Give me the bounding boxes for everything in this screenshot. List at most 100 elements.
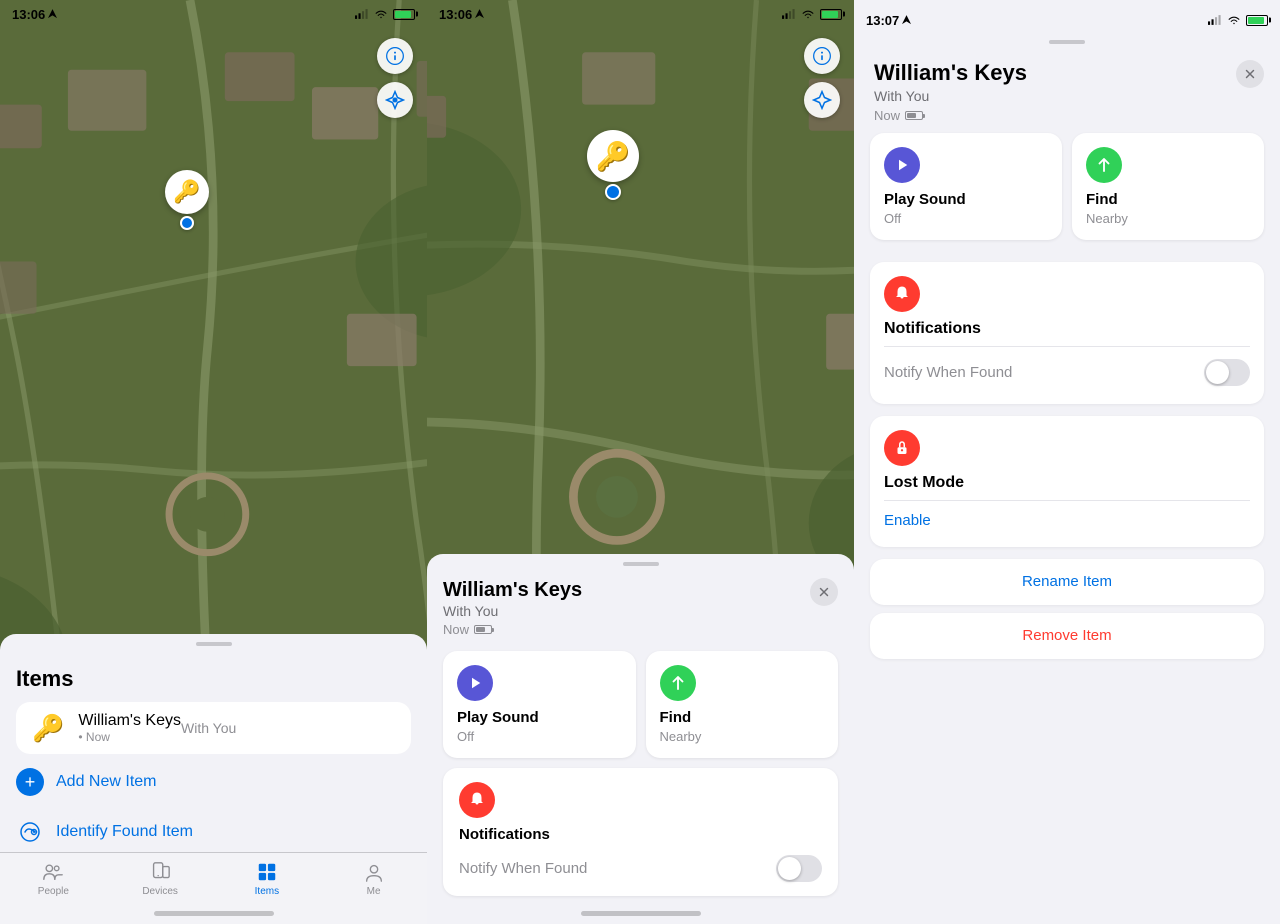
- location-dot-2: [605, 184, 621, 200]
- notifications-section: Notifications Notify When Found: [870, 262, 1264, 404]
- signal-icon: [355, 8, 369, 20]
- play-sound-icon-3: [884, 147, 920, 183]
- find-nearby-card[interactable]: Find Nearby: [646, 651, 839, 758]
- find-icon: [669, 674, 687, 692]
- locate-icon-2: [812, 90, 832, 110]
- identify-icon: [16, 818, 44, 846]
- people-icon: [41, 861, 65, 883]
- panel-items-list: 🔑 13:06: [0, 0, 427, 924]
- panel-item-detail: 🔑 13:06: [427, 0, 854, 924]
- find-subtitle: Nearby: [660, 729, 825, 744]
- tab-people[interactable]: People: [0, 861, 107, 897]
- tab-people-label: People: [38, 886, 69, 897]
- rename-card[interactable]: Rename Item: [870, 559, 1264, 605]
- location-arrow-icon: [48, 9, 57, 20]
- battery-icon-2: [820, 9, 842, 20]
- home-indicator-2: [581, 911, 701, 916]
- status-time-2: 13:06: [439, 7, 484, 22]
- notify-label-2: Notify When Found: [459, 860, 587, 877]
- battery-small: [474, 625, 492, 634]
- status-time: 13:06: [12, 7, 57, 22]
- tab-items[interactable]: Items: [214, 861, 321, 897]
- time-text: 13:06: [12, 7, 45, 22]
- key-marker-2: 🔑: [587, 130, 639, 182]
- notifications-title-3: Notifications: [884, 320, 1250, 338]
- notify-when-found-row: Notify When Found: [459, 847, 822, 882]
- find-nearby-icon-circle: [660, 665, 696, 701]
- detail-bottom-sheet: William's Keys With You Now: [427, 554, 854, 924]
- lost-mode-icon: [884, 430, 920, 466]
- bell-icon-2: [468, 791, 486, 809]
- info-icon-2: [812, 46, 832, 66]
- identify-row[interactable]: Identify Found Item: [0, 808, 427, 856]
- item-name: William's Keys: [78, 712, 181, 730]
- tab-devices[interactable]: Devices: [107, 861, 214, 897]
- close-button-3[interactable]: [1236, 60, 1264, 88]
- wifi-icon: [374, 8, 388, 20]
- notif-icon-circle-2: [459, 782, 495, 818]
- status-bar-3: 13:07: [854, 0, 1280, 32]
- add-item-label: Add New Item: [56, 773, 156, 791]
- bell-icon-3: [893, 285, 911, 303]
- item-icon: 🔑: [32, 713, 64, 744]
- tab-items-label: Items: [255, 886, 279, 897]
- play-sound-subtitle-3: Off: [884, 211, 1048, 226]
- sheet-title: William's Keys: [443, 578, 582, 602]
- sheet-handle: [196, 642, 232, 646]
- sheet-title-row: William's Keys With You Now: [427, 578, 854, 641]
- play-sound-subtitle: Off: [457, 729, 622, 744]
- status-time-3: 13:07: [866, 13, 911, 28]
- toggle-knob-3: [1206, 361, 1229, 384]
- airtag-pin-2[interactable]: 🔑: [587, 130, 639, 200]
- list-item[interactable]: 🔑 William's Keys • Now With You: [16, 702, 411, 754]
- rename-link[interactable]: Rename Item: [1022, 565, 1112, 598]
- sheet-handle-3: [1049, 40, 1085, 44]
- sheet-subtitle: With You: [443, 603, 582, 619]
- home-indicator: [154, 911, 274, 916]
- find-title: Find: [660, 709, 825, 727]
- identify-label: Identify Found Item: [56, 823, 193, 841]
- close-icon-3: [1243, 67, 1257, 81]
- remove-card[interactable]: Remove Item: [870, 613, 1264, 659]
- locate-button[interactable]: [377, 82, 413, 118]
- divider-2: [884, 500, 1250, 501]
- battery-icon: [393, 9, 415, 20]
- play-sound-card-3[interactable]: Play Sound Off: [870, 133, 1062, 240]
- notify-toggle-2[interactable]: [776, 855, 822, 882]
- notify-toggle-3[interactable]: [1204, 359, 1250, 386]
- close-button-2[interactable]: [810, 578, 838, 606]
- battery-icon-3: [1246, 15, 1268, 26]
- locate-button-2[interactable]: [804, 82, 840, 118]
- tab-me[interactable]: Me: [320, 861, 427, 897]
- notifications-title-2: Notifications: [459, 826, 822, 843]
- battery-now-label: Now: [443, 622, 469, 637]
- locate-icon: [385, 90, 405, 110]
- items-icon: [255, 861, 279, 883]
- action-grid-2: Play Sound Off Find Nearby: [427, 641, 854, 768]
- info-button-2[interactable]: [804, 38, 840, 74]
- detail-header: William's Keys With You Now: [854, 50, 1280, 123]
- notifications-card-2: Notifications Notify When Found: [443, 768, 838, 896]
- add-item-row[interactable]: + Add New Item: [0, 756, 427, 808]
- toggle-knob-2: [778, 857, 801, 880]
- play-sound-card[interactable]: Play Sound Off: [443, 651, 636, 758]
- signal-icon-3: [1208, 14, 1222, 26]
- signal-icon-2: [782, 8, 796, 20]
- info-button[interactable]: [377, 38, 413, 74]
- find-nearby-card-3[interactable]: Find Nearby: [1072, 133, 1264, 240]
- find-subtitle-3: Nearby: [1086, 211, 1250, 226]
- item-time: • Now: [78, 730, 181, 744]
- play-icon-3: [893, 156, 911, 174]
- remove-link[interactable]: Remove Item: [1022, 619, 1111, 652]
- airtag-pin[interactable]: 🔑: [165, 170, 209, 230]
- time-text-2: 13:06: [439, 7, 472, 22]
- detail-title: William's Keys: [874, 60, 1260, 86]
- battery-fill: [395, 11, 411, 18]
- status-icons: [355, 8, 415, 20]
- enable-lost-mode-link[interactable]: Enable: [884, 508, 1250, 533]
- section-title: Items: [0, 658, 427, 702]
- divider-1: [884, 346, 1250, 347]
- location-arrow-icon-3: [902, 15, 911, 26]
- find-icon-3: [1095, 156, 1113, 174]
- time-text-3: 13:07: [866, 13, 899, 28]
